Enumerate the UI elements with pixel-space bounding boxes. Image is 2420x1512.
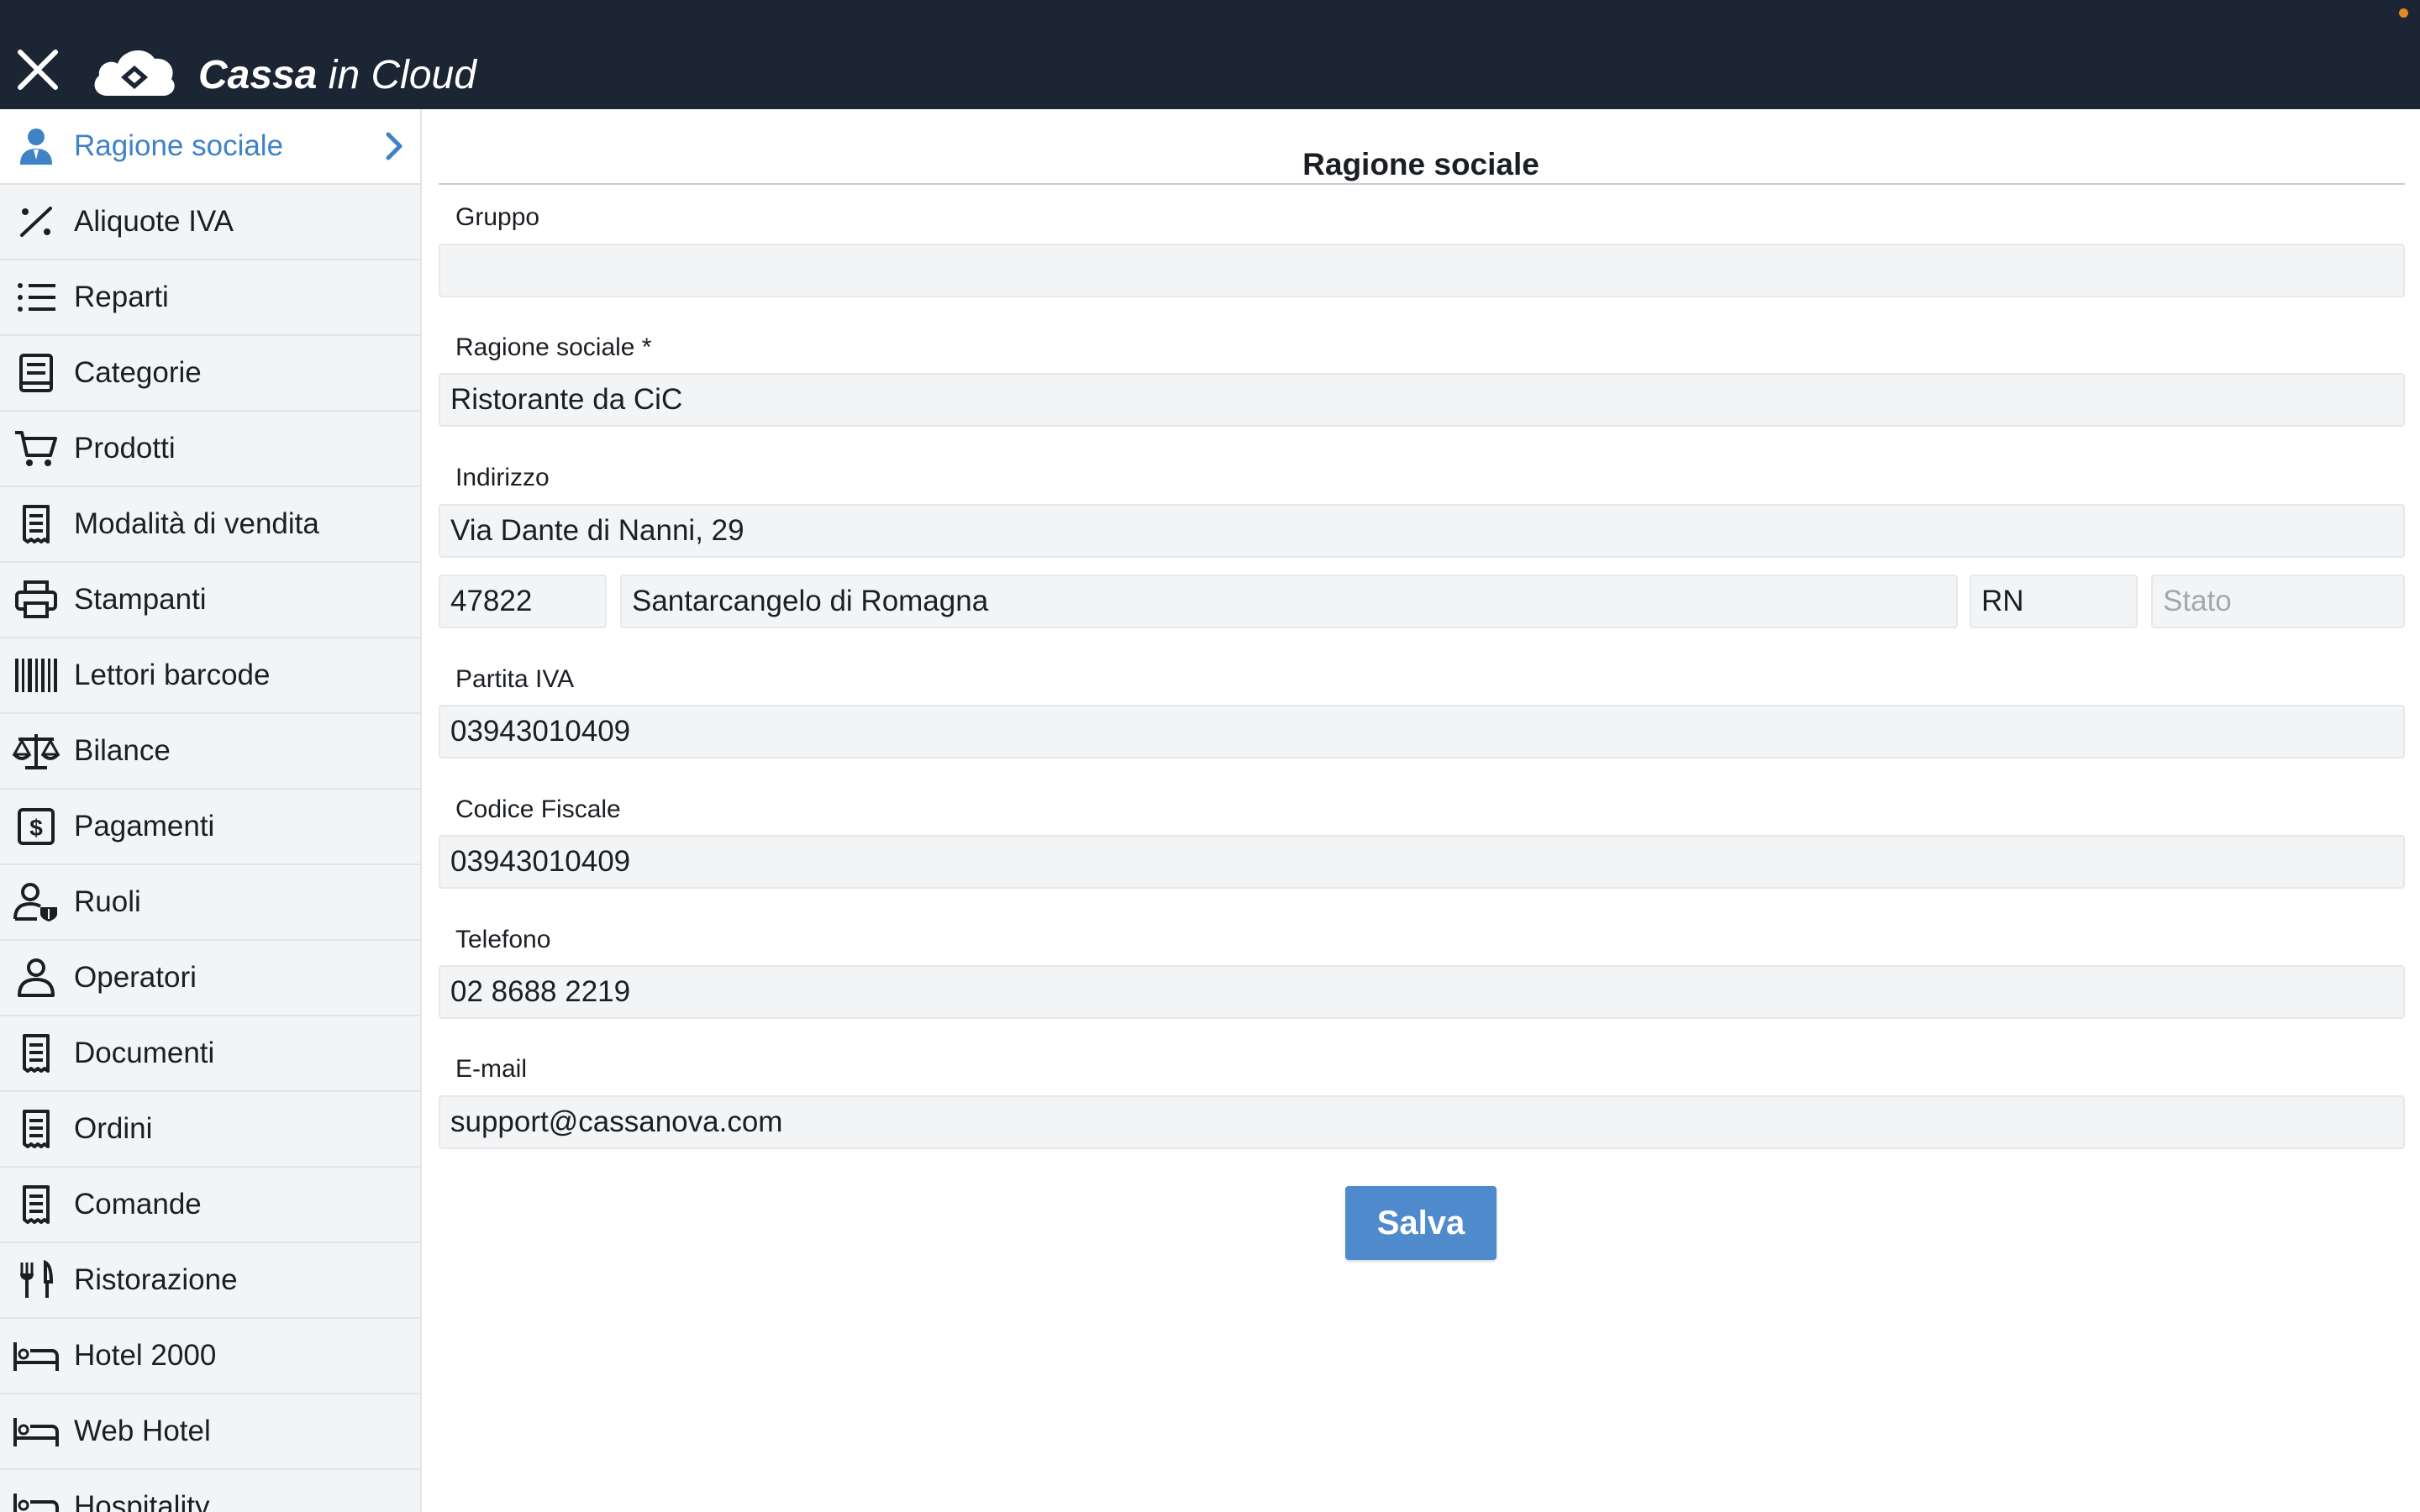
email-label: E-mail — [455, 1055, 528, 1083]
sidebar-item-label: Bilance — [74, 734, 171, 767]
sidebar-item-hotel-2000[interactable]: Hotel 2000 — [0, 1319, 420, 1394]
bed-icon — [12, 1336, 60, 1376]
indirizzo-field[interactable] — [439, 504, 2405, 558]
sidebar-item-label: Stampanti — [74, 583, 207, 616]
title-divider — [439, 183, 2405, 185]
user-icon — [12, 126, 60, 166]
sidebar-item-ristorazione[interactable]: Ristorazione — [0, 1243, 420, 1319]
user-outline-icon — [12, 958, 60, 998]
sidebar-item-prodotti[interactable]: Prodotti — [0, 412, 420, 487]
sidebar-item-reparti[interactable]: Reparti — [0, 260, 420, 336]
sidebar-item-pagamenti[interactable]: $ Pagamenti — [0, 790, 420, 865]
close-icon — [18, 50, 58, 90]
page-title: Ragione sociale — [1302, 147, 1539, 181]
ragione-sociale-form: Ragione sociale Gruppo Ragione sociale *… — [422, 109, 2420, 1512]
partita-iva-field[interactable] — [439, 705, 2405, 759]
sidebar-item-modalita-vendita[interactable]: Modalità di vendita — [0, 487, 420, 563]
receipt-icon — [12, 1109, 60, 1149]
list-icon — [12, 277, 60, 318]
logo-text-light: in Cloud — [317, 53, 476, 97]
dollar-icon: $ — [12, 806, 60, 847]
sidebar-item-label: Categorie — [74, 356, 202, 389]
top-bar: Cassa in Cloud — [0, 0, 2420, 109]
sidebar-item-bilance[interactable]: Bilance — [0, 714, 420, 790]
sidebar-item-operatori[interactable]: Operatori — [0, 941, 420, 1016]
sidebar-item-label: Lettori barcode — [74, 659, 271, 691]
bed-icon — [12, 1487, 60, 1512]
gruppo-field[interactable] — [439, 244, 2405, 297]
sidebar-item-label: Ragione sociale — [74, 129, 284, 162]
sidebar-item-label: Ordini — [74, 1112, 153, 1145]
citta-field[interactable] — [620, 575, 1958, 628]
percent-icon — [12, 202, 60, 242]
ragione-sociale-label: Ragione sociale * — [455, 333, 652, 361]
sidebar-item-documenti[interactable]: Documenti — [0, 1016, 420, 1092]
partita-iva-label: Partita IVA — [455, 665, 575, 693]
sidebar-item-categorie[interactable]: Categorie — [0, 336, 420, 412]
svg-text:$: $ — [29, 815, 43, 841]
sidebar-item-label: Prodotti — [74, 432, 176, 465]
codice-fiscale-label: Codice Fiscale — [455, 795, 621, 823]
sidebar-item-label: Documenti — [74, 1037, 215, 1069]
close-button[interactable] — [12, 44, 64, 96]
fork-knife-icon — [12, 1259, 60, 1300]
sidebar-item-web-hotel[interactable]: Web Hotel — [0, 1394, 420, 1470]
sidebar-item-label: Aliquote IVA — [74, 205, 234, 238]
user-shield-icon — [12, 882, 60, 922]
printer-icon — [12, 580, 60, 620]
app-logo-text: Cassa in Cloud — [198, 50, 476, 101]
sidebar-item-comande[interactable]: Comande — [0, 1168, 420, 1243]
sidebar-item-hospitality[interactable]: Hospitality — [0, 1470, 420, 1512]
sidebar-item-label: Hotel 2000 — [74, 1339, 217, 1372]
sidebar-item-label: Ristorazione — [74, 1263, 238, 1296]
receipt-icon — [12, 504, 60, 544]
settings-sidebar: Ragione sociale Aliquote IVA Reparti Cat… — [0, 109, 422, 1512]
stato-field[interactable] — [2151, 575, 2405, 628]
scale-icon — [12, 731, 60, 771]
receipt-icon — [12, 1184, 60, 1225]
sidebar-item-aliquote-iva[interactable]: Aliquote IVA — [0, 185, 420, 260]
bed-icon — [12, 1411, 60, 1452]
sidebar-item-label: Web Hotel — [74, 1415, 211, 1447]
ragione-sociale-field[interactable] — [439, 373, 2405, 427]
sidebar-item-label: Modalità di vendita — [74, 507, 319, 540]
telefono-label: Telefono — [455, 926, 551, 953]
notification-dot — [2399, 8, 2408, 18]
cap-field[interactable] — [439, 575, 607, 628]
sidebar-item-label: Operatori — [74, 961, 197, 994]
telefono-field[interactable] — [439, 965, 2405, 1019]
sidebar-item-lettori-barcode[interactable]: Lettori barcode — [0, 638, 420, 714]
indirizzo-label: Indirizzo — [455, 464, 550, 491]
cassa-in-cloud-logo-icon — [89, 40, 180, 101]
sidebar-item-label: Ruoli — [74, 885, 141, 918]
codice-fiscale-field[interactable] — [439, 835, 2405, 889]
sidebar-item-ragione-sociale[interactable]: Ragione sociale — [0, 109, 420, 185]
sidebar-item-label: Pagamenti — [74, 810, 215, 843]
sidebar-item-label: Reparti — [74, 281, 169, 313]
cart-icon — [12, 428, 60, 469]
logo-text-bold: Cassa — [198, 53, 318, 97]
sidebar-item-stampanti[interactable]: Stampanti — [0, 563, 420, 638]
email-field[interactable] — [439, 1095, 2405, 1149]
book-icon — [12, 353, 60, 393]
gruppo-label: Gruppo — [455, 203, 540, 231]
provincia-field[interactable] — [1970, 575, 2138, 628]
chevron-right-icon — [380, 129, 410, 163]
receipt-icon — [12, 1033, 60, 1074]
sidebar-item-label: Hospitality — [74, 1490, 210, 1512]
save-button[interactable]: Salva — [1345, 1186, 1497, 1260]
sidebar-item-ruoli[interactable]: Ruoli — [0, 865, 420, 941]
sidebar-item-ordini[interactable]: Ordini — [0, 1092, 420, 1168]
barcode-icon — [12, 655, 60, 696]
sidebar-item-label: Comande — [74, 1188, 202, 1221]
